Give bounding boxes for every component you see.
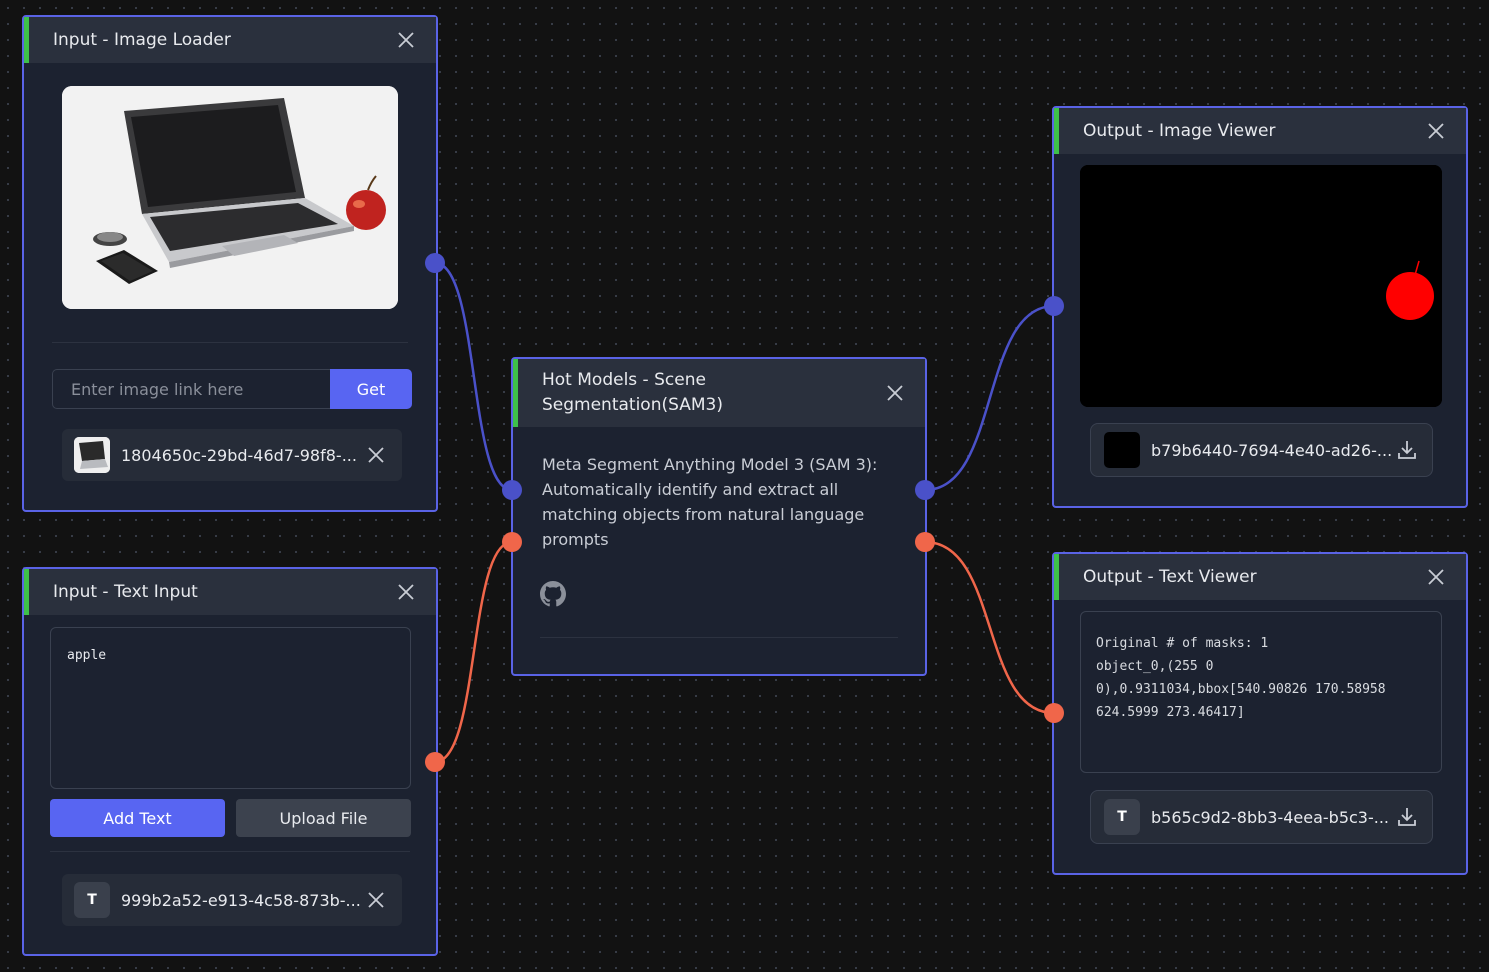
model-description: Meta Segment Anything Model 3 (SAM 3): A… — [542, 455, 878, 549]
edge-text-to-model — [434, 540, 513, 764]
remove-file-icon[interactable] — [366, 890, 386, 910]
loaded-image-file-chip: 1804650c-29bd-46d7-98f8-... — [62, 429, 402, 481]
segmentation-mask-image — [1080, 165, 1442, 407]
workflow-canvas[interactable]: Input - Image Loader Enter image link he… — [0, 0, 1489, 972]
model-text-output-port[interactable] — [915, 532, 935, 552]
image-url-row: Get — [52, 369, 412, 409]
image-thumbnail — [74, 437, 110, 473]
edge-model-to-image-viewer — [924, 304, 1055, 492]
mask-render — [1080, 165, 1442, 407]
text-viewer-node[interactable]: Output - Text Viewer Original # of masks… — [1052, 552, 1468, 875]
node-title: Output - Image Viewer — [1083, 120, 1276, 141]
download-icon[interactable] — [1396, 806, 1418, 828]
image-viewer-node[interactable]: Output - Image Viewer b79b6440-7694-4e40… — [1052, 106, 1468, 508]
node-header[interactable]: Hot Models - Scene Segmentation(SAM3) — [513, 359, 925, 427]
download-icon[interactable] — [1396, 439, 1418, 461]
output-text-file-chip: T b565c9d2-8bb3-4eea-b5c3-... — [1090, 790, 1433, 844]
divider — [50, 851, 410, 852]
image-viewer-input-port[interactable] — [1044, 296, 1064, 316]
model-image-input-port[interactable] — [502, 480, 522, 500]
sam3-model-node[interactable]: Hot Models - Scene Segmentation(SAM3) Me… — [511, 357, 927, 676]
github-icon[interactable] — [540, 581, 566, 607]
get-button[interactable]: Get — [330, 369, 412, 409]
output-image-file-chip: b79b6440-7694-4e40-ad26-... — [1090, 423, 1433, 477]
node-header[interactable]: Output - Image Viewer — [1054, 108, 1466, 154]
remove-file-icon[interactable] — [366, 445, 386, 465]
node-title: Input - Image Loader — [53, 29, 231, 50]
image-loader-output-port[interactable] — [425, 253, 445, 273]
laptop-photo — [62, 86, 398, 309]
divider — [540, 637, 898, 638]
node-header[interactable]: Output - Text Viewer — [1054, 554, 1466, 600]
node-header[interactable]: Input - Image Loader — [24, 17, 436, 63]
close-icon[interactable] — [887, 385, 903, 401]
node-header[interactable]: Input - Text Input — [24, 569, 436, 615]
output-image-thumbnail — [1104, 432, 1140, 468]
model-text-input-port[interactable] — [502, 532, 522, 552]
divider — [52, 342, 408, 343]
edge-model-to-text-viewer — [924, 540, 1055, 715]
text-input-area[interactable]: apple — [50, 627, 411, 789]
upload-file-button[interactable]: Upload File — [236, 799, 411, 837]
text-file-chip: T 999b2a52-e913-4c58-873b-... — [62, 874, 402, 926]
file-name: b565c9d2-8bb3-4eea-b5c3-... — [1151, 807, 1390, 827]
node-title-line-1: Hot Models - Scene — [542, 370, 706, 390]
text-viewer-input-port[interactable] — [1044, 703, 1064, 723]
edge-image-to-model — [434, 261, 513, 492]
text-input-output-port[interactable] — [425, 752, 445, 772]
output-text-area[interactable]: Original # of masks: 1 object_0,(255 0 0… — [1080, 611, 1442, 773]
image-url-input[interactable] — [52, 369, 330, 409]
file-name: 999b2a52-e913-4c58-873b-... — [121, 890, 361, 910]
close-icon[interactable] — [398, 32, 414, 48]
close-icon[interactable] — [398, 584, 414, 600]
close-icon[interactable] — [1428, 569, 1444, 585]
node-title: Hot Models - Scene Segmentation(SAM3) — [542, 368, 925, 418]
file-name: 1804650c-29bd-46d7-98f8-... — [121, 445, 357, 465]
node-title: Input - Text Input — [53, 581, 198, 602]
node-title-line-2: Segmentation(SAM3) — [542, 395, 723, 415]
file-name: b79b6440-7694-4e40-ad26-... — [1151, 440, 1393, 460]
add-text-button[interactable]: Add Text — [50, 799, 225, 837]
close-icon[interactable] — [1428, 123, 1444, 139]
image-preview — [62, 86, 398, 309]
text-input-node[interactable]: Input - Text Input apple Add Text Upload… — [22, 567, 438, 956]
node-title: Output - Text Viewer — [1083, 566, 1257, 587]
text-file-type-badge: T — [74, 882, 110, 918]
model-image-output-port[interactable] — [915, 480, 935, 500]
image-loader-node[interactable]: Input - Image Loader Enter image link he… — [22, 15, 438, 512]
text-file-type-badge: T — [1104, 799, 1140, 835]
